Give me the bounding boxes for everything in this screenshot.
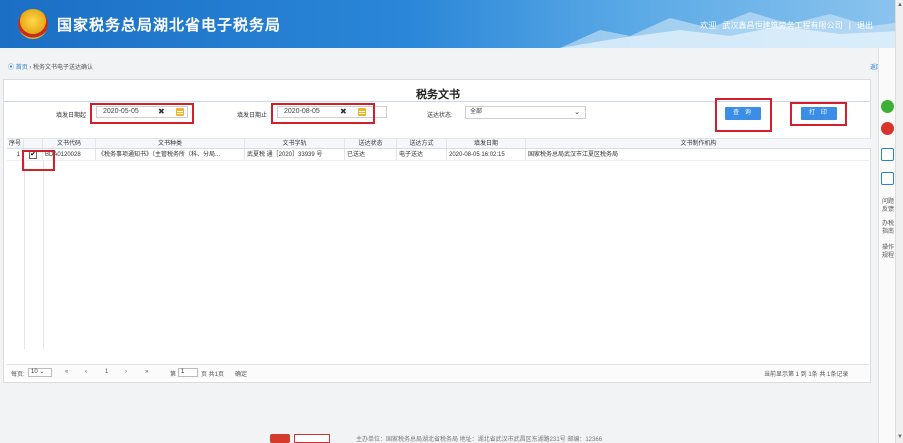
location-pin-icon: ⦿ xyxy=(8,65,15,71)
site-header: 国家税务总局湖北省电子税务局 欢迎 武汉鑫昌恒建筑劳务工程有限公司 | 退出 xyxy=(0,0,903,48)
col-track: 文书字轨 xyxy=(245,139,345,148)
pagination-bar: 每页: 10 ⌄ « ‹ 1 › » 第 1 页 共1页 确定 当前显示第 1 … xyxy=(7,364,869,379)
rail-rules[interactable]: 操作规程 xyxy=(882,244,894,260)
printer-icon[interactable] xyxy=(881,172,894,185)
breadcrumb-current: 税务文书电子送达确认 xyxy=(33,65,94,71)
row-kind[interactable]: 《税务事项通知书》（主管税务所（科、分局... xyxy=(96,149,245,160)
per-page-value: 10 xyxy=(31,369,38,375)
first-page-button[interactable]: « xyxy=(65,369,68,375)
col-select xyxy=(24,139,43,148)
header-separator: | xyxy=(848,21,851,30)
printer-icon[interactable] xyxy=(881,148,894,161)
row-org: 国家税务总局武汉市江夏区税务局 xyxy=(528,152,619,158)
chevron-down-icon: ⌄ xyxy=(574,109,580,116)
last-page-button[interactable]: » xyxy=(145,369,148,375)
scroll-up-icon[interactable]: ▲ xyxy=(897,2,903,8)
record-summary: 当前显示第 1 到 1条 共 1条记录 xyxy=(764,372,849,378)
query-button-highlight xyxy=(715,98,772,132)
start-date-label: 填发日期起 xyxy=(56,113,87,119)
page-jump-input[interactable]: 1 xyxy=(178,368,198,377)
col-org: 文书制作机构 xyxy=(680,141,717,147)
right-float-bar: 问题反馈 办税指南 操作规程 xyxy=(878,48,895,443)
start-date-highlight xyxy=(90,103,194,124)
scroll-down-icon[interactable]: ▼ xyxy=(897,434,903,440)
user-name[interactable]: 武汉鑫昌恒建筑劳务工程有限公司 xyxy=(722,21,842,30)
end-date-highlight xyxy=(271,103,375,124)
col-code: 文书代码 xyxy=(43,139,96,148)
table-row[interactable]: 1 ✔ BDA0120028 《税务事项通知书》（主管税务所（科、分局... 武… xyxy=(7,149,871,161)
rail-guide[interactable]: 办税指南 xyxy=(882,220,894,236)
row-status: 已送达 xyxy=(345,149,397,160)
status-label: 送达状态: xyxy=(427,113,453,119)
row-date: 2020-08-05 16:02:15 xyxy=(447,149,526,160)
status-select-value: 全部 xyxy=(470,109,483,115)
welcome-text: 欢迎 xyxy=(700,21,717,30)
footer-logo-icon xyxy=(270,434,290,443)
chevron-down-icon: ⌄ xyxy=(39,369,45,375)
end-date-label: 填发日期止 xyxy=(237,113,268,119)
prev-page-button[interactable]: ‹ xyxy=(85,369,87,375)
row-method: 电子送达 xyxy=(397,149,447,160)
per-page-label: 每页: xyxy=(11,372,25,378)
col-date: 填发日期 xyxy=(447,139,526,148)
breadcrumb-home[interactable]: 首页 xyxy=(16,65,28,71)
page-number-button[interactable]: 1 xyxy=(105,369,108,375)
table-header: 序号 文书代码 文书种类 文书字轨 送达状态 送达方式 填发日期 文书制作机构 xyxy=(7,138,871,149)
user-bar: 欢迎 武汉鑫昌恒建筑劳务工程有限公司 | 退出 xyxy=(696,20,873,31)
checkbox-highlight xyxy=(22,150,55,171)
rail-feedback[interactable]: 问题反馈 xyxy=(882,198,894,214)
col-status: 送达状态 xyxy=(345,139,397,148)
footer-text: 主办单位：国家税务总局湖北省税务局 地址：湖北省武汉市武昌区东湖路231号 邮编… xyxy=(356,437,603,443)
col-method: 送达方式 xyxy=(397,139,447,148)
page-confirm-button[interactable]: 确定 xyxy=(235,369,247,378)
weibo-icon[interactable] xyxy=(881,122,894,135)
page-prefix: 第 xyxy=(170,372,177,378)
page-total: 页 共1页 xyxy=(201,372,225,378)
print-button-highlight xyxy=(790,102,847,126)
breadcrumb: ⦿ 首页 › 税务文书电子送达确认 xyxy=(8,62,93,71)
wechat-icon[interactable] xyxy=(881,100,894,113)
logout-link[interactable]: 退出 xyxy=(857,21,873,30)
next-page-button[interactable]: › xyxy=(125,369,127,375)
column-divider xyxy=(24,161,25,349)
col-kind: 文书种类 xyxy=(96,139,245,148)
document-panel: 税务文书 填发日期起 2020-05-05 ✖ 填发日期止 2020-08-05… xyxy=(3,79,871,383)
page-scrollbar[interactable]: ▲ ▼ xyxy=(895,0,903,443)
col-index: 序号 xyxy=(7,139,24,148)
footer-badge-icon xyxy=(294,434,330,443)
site-title: 国家税务总局湖北省电子税务局 xyxy=(57,17,282,34)
tax-emblem-icon xyxy=(18,9,48,39)
row-track: 武夏税 通［2020］33939 号 xyxy=(245,149,345,160)
column-divider xyxy=(43,161,44,349)
status-select[interactable]: 全部 ⌄ xyxy=(465,106,586,119)
breadcrumb-separator: › xyxy=(29,65,32,71)
per-page-select[interactable]: 10 ⌄ xyxy=(28,368,52,377)
site-footer: 主办单位：国家税务总局湖北省税务局 地址：湖北省武汉市武昌区东湖路231号 邮编… xyxy=(270,432,670,443)
